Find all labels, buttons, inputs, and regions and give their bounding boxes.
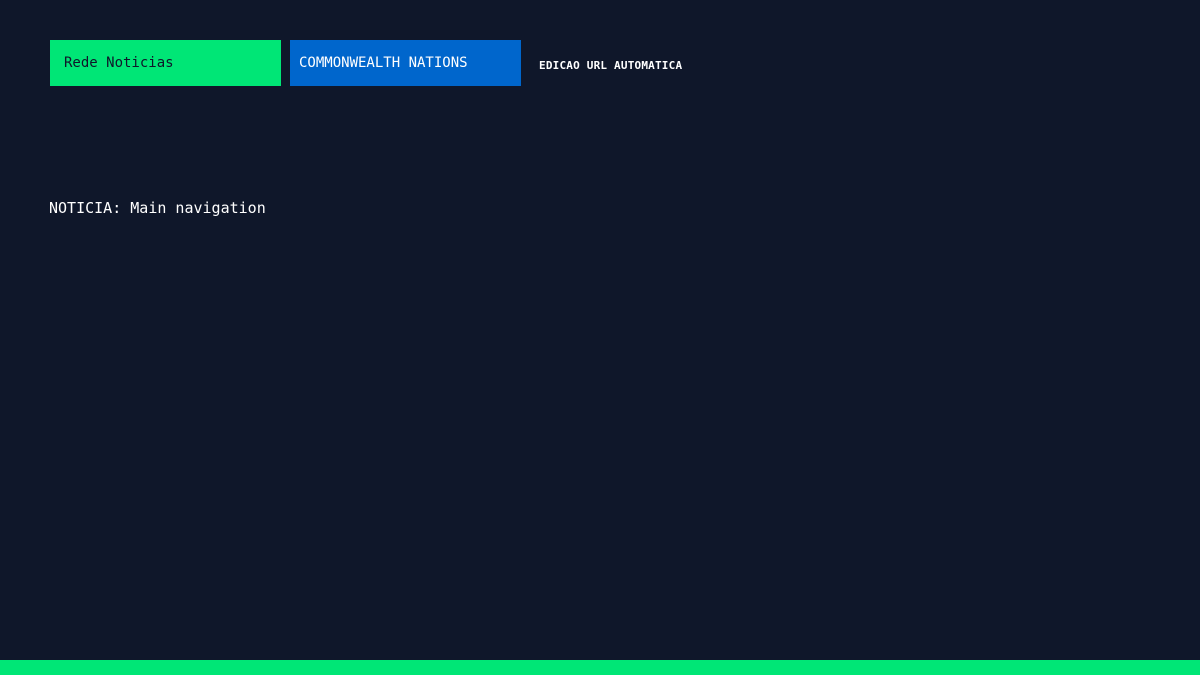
page: Rede Noticias COMMONWEALTH NATIONS EDICA… xyxy=(0,0,1200,675)
top-bar: Rede Noticias COMMONWEALTH NATIONS EDICA… xyxy=(50,40,682,86)
footer-band xyxy=(0,660,1200,675)
nation-label: COMMONWEALTH NATIONS xyxy=(299,55,468,71)
nation-badge[interactable]: COMMONWEALTH NATIONS xyxy=(290,40,521,86)
brand-logo[interactable]: Rede Noticias xyxy=(50,40,281,86)
edition-label: EDICAO URL AUTOMATICA xyxy=(539,58,683,72)
headline: NOTICIA: Main navigation xyxy=(49,199,266,217)
brand-label: Rede Noticias xyxy=(64,55,174,71)
